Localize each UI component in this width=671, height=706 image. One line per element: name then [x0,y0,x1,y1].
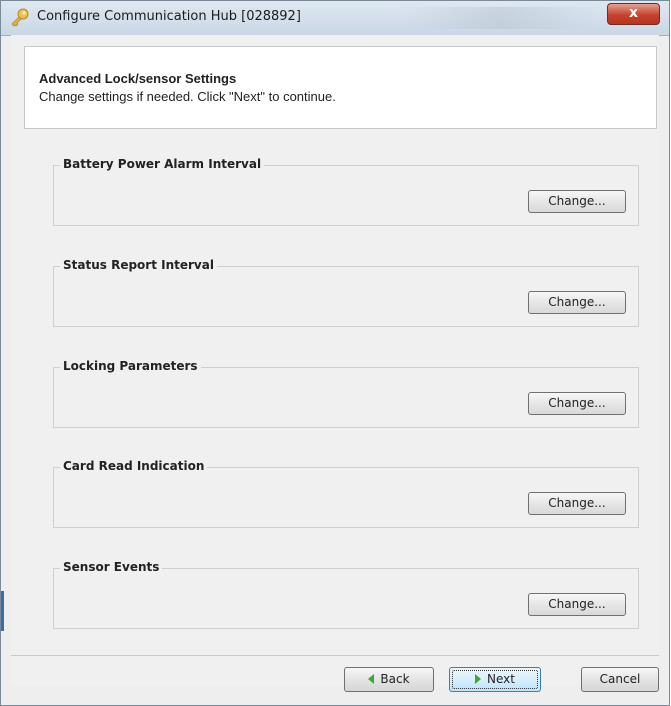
group-label: Sensor Events [60,560,163,574]
header-title: Advanced Lock/sensor Settings [39,71,237,86]
wizard-header: Advanced Lock/sensor Settings Change set… [24,46,657,129]
group-status-report-interval: Status Report Interval Change... [53,258,639,327]
sensor-events-change-button[interactable]: Change... [528,593,626,616]
status-report-change-button[interactable]: Change... [528,291,626,314]
window-title: Configure Communication Hub [028892] [37,9,301,24]
back-button[interactable]: Back [344,667,434,692]
group-locking-parameters: Locking Parameters Change... [53,359,639,428]
group-battery-power-alarm-interval: Battery Power Alarm Interval Change... [53,157,639,226]
battery-power-change-button[interactable]: Change... [528,190,626,213]
focus-rectangle [452,670,538,689]
locking-parameters-change-button[interactable]: Change... [528,392,626,415]
dialog-window: Configure Communication Hub [028892] x A… [0,0,670,706]
key-icon [11,8,29,27]
footer-divider [11,655,659,656]
title-bar-background [401,7,601,29]
next-button[interactable]: Next [449,667,541,692]
group-sensor-events: Sensor Events Change... [53,560,639,629]
cancel-button[interactable]: Cancel [581,667,659,692]
title-bar[interactable]: Configure Communication Hub [028892] x [1,1,669,36]
arrow-left-icon [368,674,375,684]
group-card-read-indication: Card Read Indication Change... [53,459,639,528]
group-label: Status Report Interval [60,258,217,272]
back-button-label: Back [380,672,410,686]
card-read-change-button[interactable]: Change... [528,492,626,515]
group-label: Locking Parameters [60,359,201,373]
group-label: Battery Power Alarm Interval [60,157,265,171]
window-edge-accent [1,591,4,631]
header-subtitle: Change settings if needed. Click "Next" … [39,89,336,104]
group-label: Card Read Indication [60,459,208,473]
close-button[interactable]: x [607,3,660,25]
